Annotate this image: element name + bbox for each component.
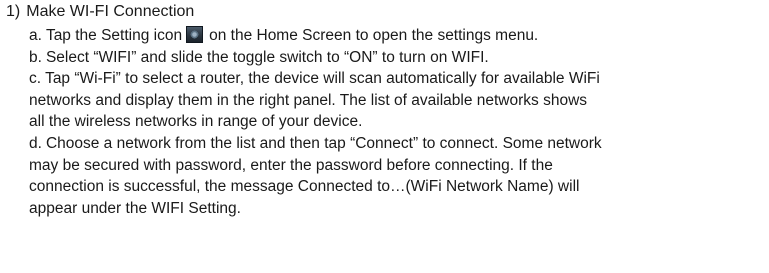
step-c-line-2: networks and display them in the right p… (29, 90, 754, 112)
instruction-page: 1) Make WI-FI Connection a. Tap the Settin… (0, 0, 769, 273)
section-heading: 1) Make WI-FI Connection (6, 1, 194, 23)
step-d-text-line-3: connection is successful, the message Co… (29, 178, 580, 196)
step-a-label: a. (29, 27, 42, 44)
step-a: a. Tap the Setting icon on the Home Screen… (29, 25, 754, 47)
step-c-text-line-2: networks and display them in the right p… (29, 91, 588, 109)
step-c-text-line-3: all the wireless networks in range of yo… (29, 113, 363, 131)
settings-app-icon (186, 26, 204, 43)
step-c-line-3: all the wireless networks in range of yo… (29, 111, 754, 133)
step-a-text-after-icon: on the Home Screen to open the settings … (209, 27, 539, 44)
step-d-line-3: connection is successful, the message Co… (29, 176, 754, 198)
steps-list: a. Tap the Setting icon on the Home Screen… (29, 25, 754, 219)
step-b-text: Select “WIFI” and slide the toggle switc… (45, 48, 489, 66)
step-d-text-line-1: Choose a network from the list and then … (45, 134, 602, 152)
step-c-label: c. (29, 70, 42, 88)
step-b-label: b. (29, 48, 42, 66)
step-d-line-4: appear under the WIFI Setting. (29, 198, 754, 220)
step-d-line-1: d. Choose a network from the list and the… (29, 133, 754, 155)
step-d-line-2: may be secured with password, enter the … (29, 155, 754, 177)
step-b: b. Select “WIFI” and slide the toggle swi… (29, 47, 754, 69)
step-c-text-line-1: Tap “Wi-Fi” to select a router, the devi… (45, 70, 600, 88)
step-c-line-1: c. Tap “Wi-Fi” to select a router, the de… (29, 68, 754, 90)
step-d-label: d. (29, 134, 42, 152)
step-d-text-line-4: appear under the WIFI Setting. (29, 199, 241, 217)
step-d-text-line-2: may be secured with password, enter the … (29, 156, 553, 174)
section-title: Make WI-FI Connection (26, 3, 195, 20)
section-number: 1) (6, 3, 21, 20)
step-a-text-before-icon: Tap the Setting icon (45, 27, 183, 44)
